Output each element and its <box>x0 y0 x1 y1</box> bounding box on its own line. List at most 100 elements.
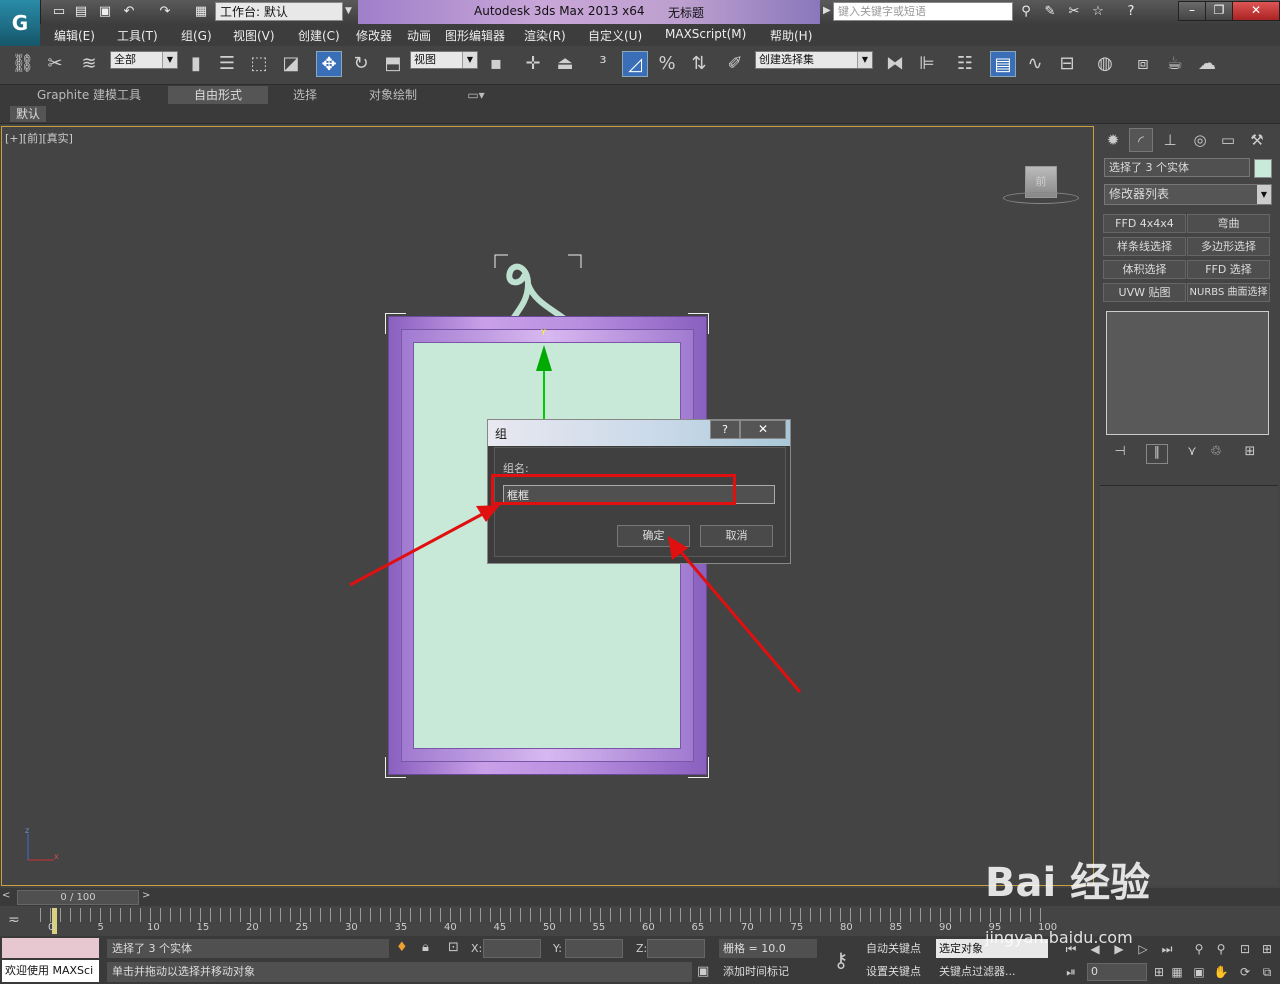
modifier-stack[interactable] <box>1106 311 1269 435</box>
hierarchy-tab-icon[interactable]: ⊥ <box>1158 128 1182 152</box>
angle-snap-icon[interactable]: ◿ <box>622 51 648 77</box>
modifier-list-dropdown[interactable]: 修改器列表 ▼ <box>1104 184 1272 205</box>
menu-edit[interactable]: 编辑(E) <box>54 27 95 44</box>
maximize-viewport-icon[interactable]: ⧉ <box>1258 963 1276 981</box>
move-gizmo-arrow[interactable] <box>536 345 552 371</box>
selection-name-field[interactable]: 选择了 3 个实体 <box>1104 158 1250 177</box>
subscription-icon[interactable]: ✎ <box>1041 3 1059 21</box>
set-key-icon[interactable]: ⚷ <box>824 942 858 978</box>
pan-view-icon[interactable]: ✋ <box>1212 963 1230 981</box>
named-selection-sets-dropdown[interactable]: 创建选择集 ▼ <box>755 51 873 69</box>
layer-manager-icon[interactable]: ☷ <box>952 51 978 77</box>
menu-modifiers[interactable]: 修改器 <box>356 27 392 44</box>
app-menu-logo[interactable]: G <box>0 0 41 46</box>
tab-selection[interactable]: 选择 <box>270 86 340 104</box>
time-prev-icon[interactable]: < <box>2 890 16 905</box>
modifier-vol-select-button[interactable]: 体积选择 <box>1103 260 1186 279</box>
dialog-help-button[interactable]: ? <box>710 420 740 439</box>
y-coordinate-field[interactable] <box>565 939 623 958</box>
window-close-button[interactable]: ✕ <box>1232 1 1280 21</box>
display-tab-icon[interactable]: ▭ <box>1216 128 1240 152</box>
motion-tab-icon[interactable]: ◎ <box>1188 128 1212 152</box>
tab-object-paint[interactable]: 对象绘制 <box>350 86 436 104</box>
select-by-name-icon[interactable]: ☰ <box>214 51 240 77</box>
zoom-extents-all-icon[interactable]: ⊞ <box>1258 940 1276 958</box>
select-and-scale-icon[interactable]: ⬒ <box>380 51 406 77</box>
select-and-rotate-icon[interactable]: ↻ <box>348 51 374 77</box>
pivot-center-icon[interactable]: ▪ <box>483 51 509 77</box>
x-coordinate-field[interactable] <box>483 939 541 958</box>
link-icon[interactable]: ⛓ <box>10 51 36 77</box>
spinner-snap-icon[interactable]: ⇅ <box>686 51 712 77</box>
modify-tab-icon[interactable]: ◜ <box>1129 128 1153 152</box>
current-frame-field[interactable]: 0 <box>1087 963 1147 981</box>
menu-customize[interactable]: 自定义(U) <box>588 27 642 44</box>
zoom-icon[interactable]: ⚲ <box>1190 940 1208 958</box>
zoom-region-icon[interactable]: ▣ <box>1190 963 1208 981</box>
key-mode-icon[interactable]: ⏯ <box>1062 963 1080 981</box>
utilities-tab-icon[interactable]: ⚒ <box>1245 128 1269 152</box>
go-to-end-icon[interactable]: ⏭ <box>1158 940 1176 958</box>
create-tab-icon[interactable]: ✹ <box>1101 128 1125 152</box>
selection-filter-dropdown[interactable]: 全部 ▼ <box>110 51 178 69</box>
menu-help[interactable]: 帮助(H) <box>770 27 812 44</box>
undo-icon[interactable]: ↶ <box>120 3 138 21</box>
favorites-star-icon[interactable]: ☆ <box>1089 3 1107 21</box>
mirror-icon[interactable]: ⧓ <box>882 51 908 77</box>
open-file-icon[interactable]: ▤ <box>72 3 90 21</box>
isolate-bulb-icon[interactable]: ♦ <box>396 940 408 955</box>
add-time-tag-icon[interactable]: ▣ <box>697 964 709 979</box>
align-icon[interactable]: ⊫ <box>914 51 940 77</box>
menu-views[interactable]: 视图(V) <box>233 27 275 44</box>
window-crossing-icon[interactable]: ◪ <box>278 51 304 77</box>
chevron-down-icon[interactable]: ▼ <box>345 2 357 21</box>
save-file-icon[interactable]: ▣ <box>96 3 114 21</box>
modifier-uvw-map-button[interactable]: UVW 贴图 <box>1103 283 1186 302</box>
dialog-close-button[interactable]: ✕ <box>740 420 786 439</box>
time-config-icon[interactable]: ⊞ <box>1150 963 1168 981</box>
welcome-message[interactable]: 欢迎使用 MAXSci <box>2 960 99 982</box>
cancel-button[interactable]: 取消 <box>700 525 773 547</box>
help-icon[interactable]: ? <box>1122 3 1140 21</box>
maximize-button[interactable]: ❐ <box>1205 1 1233 21</box>
render-setup-icon[interactable]: ⧈ <box>1130 51 1156 77</box>
set-key-button[interactable]: 设置关键点 <box>866 962 932 982</box>
curve-editor-icon[interactable]: ∿ <box>1022 51 1048 77</box>
field-of-view-icon[interactable]: ▦ <box>1168 963 1186 981</box>
auto-key-button[interactable]: 自动关键点 <box>866 939 932 958</box>
minimize-button[interactable]: – <box>1178 1 1206 21</box>
mini-curve-editor-icon[interactable]: ≂ <box>8 912 20 928</box>
select-and-move-icon[interactable]: ✥ <box>316 51 342 77</box>
bind-space-warp-icon[interactable]: ≋ <box>76 51 102 77</box>
make-unique-icon[interactable]: ⋎ <box>1182 444 1202 462</box>
select-object-icon[interactable]: ▮ <box>183 51 209 77</box>
remove-modifier-icon[interactable]: ♲ <box>1206 444 1226 462</box>
graphite-toggle-icon[interactable]: ▤ <box>990 51 1016 77</box>
edit-named-selection-icon[interactable]: ✐ <box>722 51 748 77</box>
key-filters-button[interactable]: 关键点过滤器... <box>936 962 1048 982</box>
next-frame-icon[interactable]: ▷ <box>1134 940 1152 958</box>
menu-rendering[interactable]: 渲染(R) <box>524 27 566 44</box>
menu-graph-editors[interactable]: 图形编辑器 <box>445 27 505 44</box>
time-slider[interactable]: 0 / 100 <box>17 890 139 905</box>
workspace-dropdown[interactable]: 工作台: 默认 <box>215 2 343 21</box>
configure-modifier-sets-icon[interactable]: ⊞ <box>1240 444 1260 462</box>
show-end-result-icon[interactable]: ∥ <box>1146 444 1168 464</box>
menu-maxscript[interactable]: MAXScript(M) <box>665 27 746 41</box>
rectangular-selection-icon[interactable]: ⬚ <box>246 51 272 77</box>
viewport-label[interactable]: [+][前][真实] <box>5 130 73 146</box>
time-next-icon[interactable]: > <box>142 890 156 905</box>
add-time-tag[interactable]: 添加时间标记 <box>719 962 817 982</box>
track-ruler[interactable] <box>40 908 1050 922</box>
object-color-swatch[interactable] <box>1254 159 1272 178</box>
snaps-toggle-icon[interactable]: ³ <box>590 51 616 77</box>
tab-freeform[interactable]: 自由形式 <box>168 86 268 104</box>
reference-coordinate-dropdown[interactable]: 视图 ▼ <box>410 51 478 69</box>
modifier-spline-select-button[interactable]: 样条线选择 <box>1103 237 1186 256</box>
maxscript-listener-mini[interactable] <box>2 938 99 958</box>
absolute-mode-icon[interactable]: ⊡ <box>448 940 459 955</box>
project-folder-icon[interactable]: ▦ <box>192 3 210 21</box>
binoculars-icon[interactable]: ⚲ <box>1017 3 1035 21</box>
new-file-icon[interactable]: ▭ <box>50 3 68 21</box>
modifier-poly-select-button[interactable]: 多边形选择 <box>1187 237 1270 256</box>
